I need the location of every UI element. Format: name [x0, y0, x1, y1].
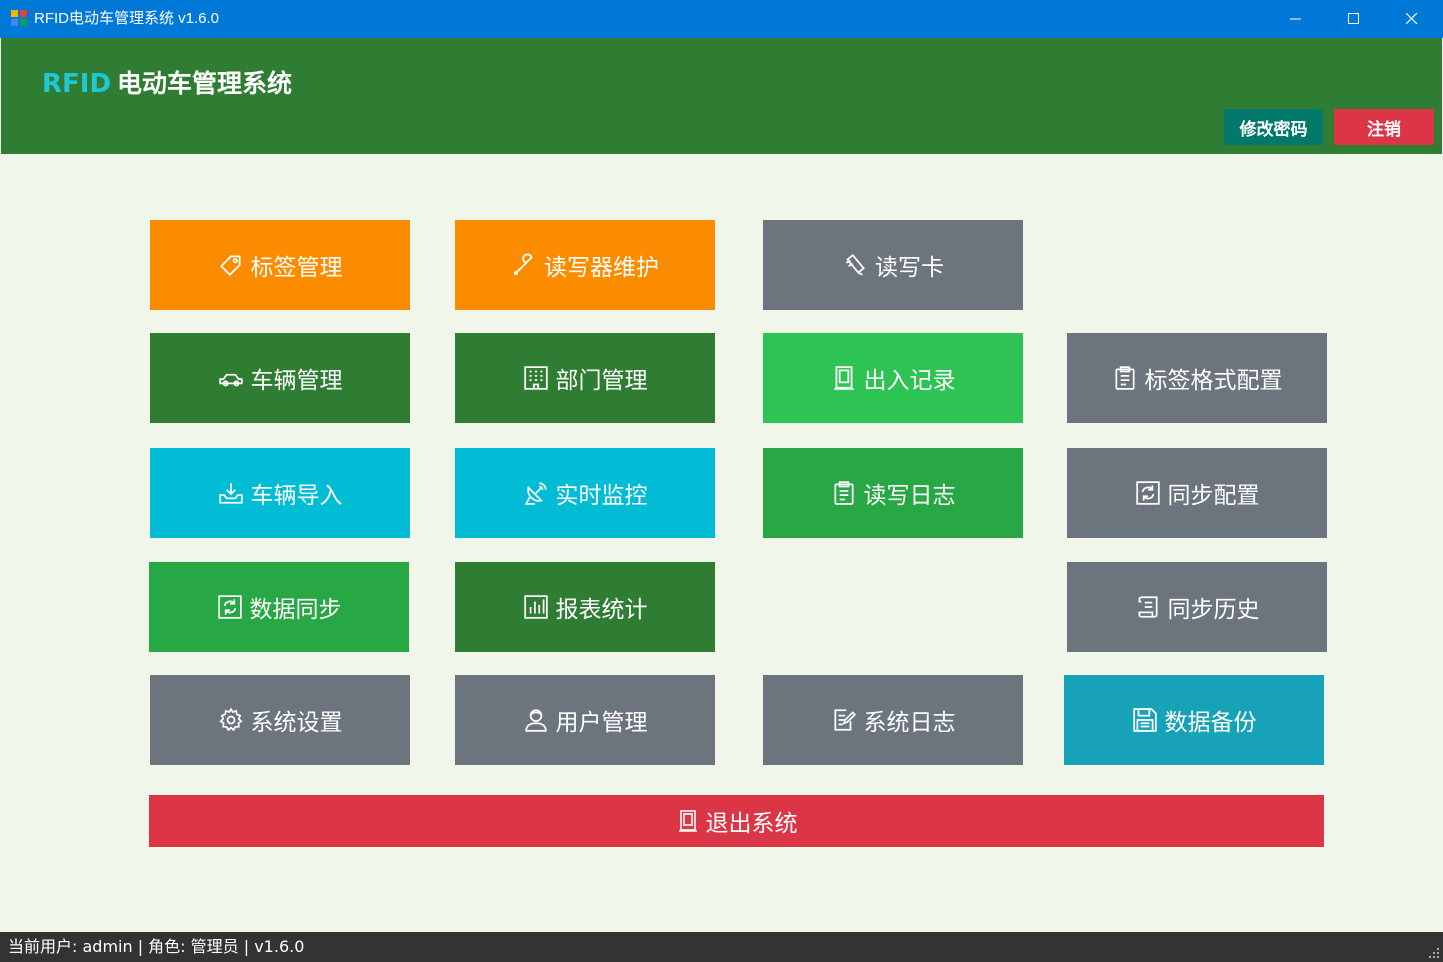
clipboard-icon: [833, 481, 854, 505]
read-write-log-button[interactable]: 读写日志: [763, 448, 1023, 538]
pen-card-icon: [845, 254, 865, 276]
user-icon: [524, 709, 547, 732]
window-title: RFID电动车管理系统 v1.6.0: [34, 10, 220, 27]
realtime-monitor-label: 实时监控: [555, 483, 648, 509]
system-log-button[interactable]: 系统日志: [763, 675, 1023, 765]
sync-history-button[interactable]: 同步历史: [1067, 562, 1327, 652]
clipboard-icon: [1114, 366, 1135, 390]
department-management-label: 部门管理: [555, 368, 648, 394]
read-write-card-label: 读写卡: [875, 255, 944, 281]
minimize-button[interactable]: [1267, 0, 1325, 38]
maximize-button[interactable]: [1325, 0, 1383, 38]
brand-name: 电动车管理系统: [117, 69, 293, 98]
vehicle-management-button[interactable]: 车辆管理: [150, 333, 410, 423]
access-records-label: 出入记录: [863, 368, 956, 394]
vehicle-management-label: 车辆管理: [250, 368, 343, 394]
data-backup-label: 数据备份: [1164, 710, 1257, 736]
app-icon: [11, 10, 27, 26]
close-icon: [1406, 13, 1418, 25]
reports-button[interactable]: 报表统计: [455, 562, 715, 652]
system-settings-button[interactable]: 系统设置: [150, 675, 410, 765]
user-management-label: 用户管理: [555, 710, 648, 736]
building-icon: [523, 366, 548, 390]
maximize-icon: [1348, 13, 1359, 24]
status-bar: 当前用户: admin | 角色: 管理员 | v1.6.0: [0, 932, 1443, 962]
tag-format-config-label: 标签格式配置: [1144, 368, 1283, 394]
system-log-label: 系统日志: [863, 710, 956, 736]
refresh-icon: [1135, 481, 1160, 505]
sync-config-label: 同步配置: [1167, 483, 1260, 509]
sync-history-label: 同步历史: [1167, 597, 1260, 623]
tag-management-label: 标签管理: [250, 255, 343, 281]
close-button[interactable]: [1383, 0, 1441, 38]
data-backup-button[interactable]: 数据备份: [1064, 675, 1324, 765]
realtime-monitor-button[interactable]: 实时监控: [455, 448, 715, 538]
refresh-icon: [217, 595, 242, 619]
minimize-icon: [1290, 18, 1301, 20]
data-sync-button[interactable]: 数据同步: [149, 562, 409, 652]
user-management-button[interactable]: 用户管理: [455, 675, 715, 765]
floppy-disk-icon: [1132, 708, 1157, 732]
door-icon: [833, 366, 854, 390]
resize-grip-icon[interactable]: [1427, 946, 1441, 960]
vehicle-import-button[interactable]: 车辆导入: [150, 448, 410, 538]
car-icon: [218, 373, 243, 387]
exit-system-button[interactable]: 退出系统: [149, 795, 1324, 847]
reports-label: 报表统计: [555, 597, 648, 623]
brand-rfid: RFID: [42, 69, 112, 99]
data-sync-label: 数据同步: [249, 597, 342, 623]
reader-maintenance-button[interactable]: 读写器维护: [455, 220, 715, 310]
sync-config-button[interactable]: 同步配置: [1067, 448, 1327, 538]
window-titlebar: RFID电动车管理系统 v1.6.0: [0, 0, 1443, 38]
chart-icon: [523, 595, 548, 619]
reader-maintenance-label: 读写器维护: [544, 255, 659, 281]
tag-format-config-button[interactable]: 标签格式配置: [1067, 333, 1327, 423]
status-text: 当前用户: admin | 角色: 管理员 | v1.6.0: [8, 937, 305, 956]
vehicle-import-label: 车辆导入: [250, 483, 343, 509]
door-icon: [678, 810, 697, 832]
read-write-log-label: 读写日志: [863, 483, 956, 509]
change-password-button[interactable]: 修改密码: [1224, 109, 1323, 145]
system-settings-label: 系统设置: [250, 710, 343, 736]
exit-system-label: 退出系统: [705, 811, 798, 837]
read-write-card-button[interactable]: 读写卡: [763, 220, 1023, 310]
wrench-icon: [513, 253, 533, 276]
tag-management-button[interactable]: 标签管理: [150, 220, 410, 310]
upload-tray-icon: [218, 483, 243, 504]
access-records-button[interactable]: 出入记录: [763, 333, 1023, 423]
department-management-button[interactable]: 部门管理: [455, 333, 715, 423]
logout-button[interactable]: 注销: [1334, 109, 1434, 145]
satellite-dish-icon: [524, 482, 547, 505]
scroll-icon: [1137, 596, 1158, 618]
edit-document-icon: [833, 709, 856, 731]
tag-icon: [219, 255, 241, 276]
gear-icon: [218, 707, 243, 732]
